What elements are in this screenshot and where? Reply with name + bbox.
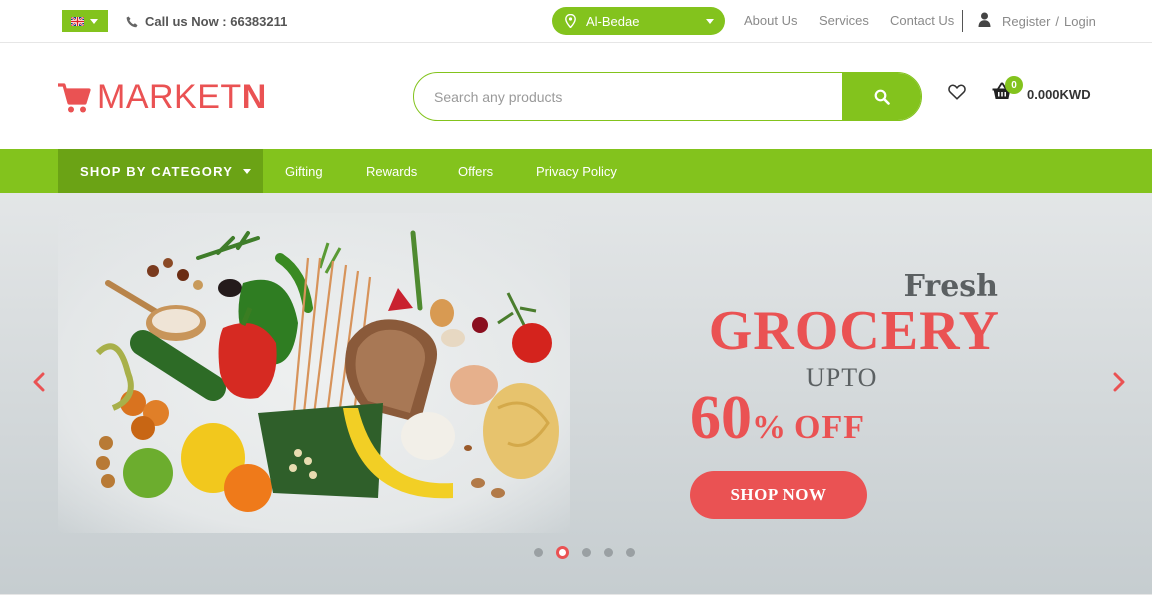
separator: / <box>1055 14 1060 29</box>
phone-contact: Call us Now : 66383211 <box>126 14 287 29</box>
header: MARKETN 0 0.000KWD <box>0 44 1152 149</box>
cart-count-badge: 0 <box>1005 76 1023 94</box>
cart-total[interactable]: 0.000KWD <box>1027 87 1091 102</box>
chevron-down-icon <box>706 18 714 24</box>
user-icon <box>978 12 991 27</box>
phone-text: Call us Now : 66383211 <box>145 14 288 29</box>
account-links: Register / Login <box>1002 14 1096 29</box>
search-button[interactable] <box>842 73 921 120</box>
chevron-down-icon <box>243 168 252 174</box>
main-nav: SHOP BY CATEGORY Gifting Rewards Offers … <box>0 149 1152 193</box>
promo-grocery: GROCERY <box>708 300 1000 362</box>
location-selector[interactable]: Al-Bedae <box>552 7 725 35</box>
register-link[interactable]: Register <box>1002 14 1050 29</box>
discount-off: OFF <box>794 409 865 446</box>
nav-about-us[interactable]: About Us <box>744 13 797 28</box>
location-pin-icon <box>565 14 576 28</box>
uk-flag-icon <box>71 16 84 26</box>
slider-dot[interactable] <box>626 548 635 557</box>
shop-by-category-label: SHOP BY CATEGORY <box>80 163 234 179</box>
chevron-down-icon <box>90 18 98 24</box>
promo-discount: 60% OFF <box>690 383 865 454</box>
slider-dot[interactable] <box>604 548 613 557</box>
logo-text-main: MARKET <box>97 78 242 116</box>
login-link[interactable]: Login <box>1064 14 1096 29</box>
cart-logo-icon <box>58 82 91 112</box>
nav-privacy-policy[interactable]: Privacy Policy <box>536 164 617 179</box>
chevron-right-icon[interactable] <box>1108 371 1128 393</box>
top-bar: Call us Now : 66383211 Al-Bedae About Us… <box>0 0 1152 43</box>
nav-gifting[interactable]: Gifting <box>285 164 323 179</box>
shop-now-button[interactable]: SHOP NOW <box>690 471 867 519</box>
chevron-left-icon[interactable] <box>30 371 50 393</box>
search-input[interactable] <box>414 73 842 120</box>
logo-text: MARKETN <box>97 78 267 117</box>
nav-offers[interactable]: Offers <box>458 164 493 179</box>
discount-number: 60 <box>690 384 752 452</box>
slider-dot[interactable] <box>582 548 591 557</box>
nav-contact-us[interactable]: Contact Us <box>890 13 954 28</box>
logo-text-accent: N <box>241 78 267 116</box>
slider-dots <box>534 546 635 559</box>
divider <box>962 10 963 32</box>
language-selector[interactable] <box>62 10 108 32</box>
banner-image <box>58 213 570 533</box>
groceries-illustration <box>95 230 559 512</box>
phone-icon <box>126 16 138 27</box>
nav-rewards[interactable]: Rewards <box>366 164 417 179</box>
logo[interactable]: MARKETN <box>57 78 267 117</box>
page-divider <box>0 594 1152 606</box>
nav-services[interactable]: Services <box>819 13 869 28</box>
search-bar <box>413 72 922 121</box>
location-name: Al-Bedae <box>586 13 640 29</box>
slider-dot-active[interactable] <box>556 546 569 559</box>
search-icon <box>874 89 890 105</box>
heart-icon[interactable] <box>948 84 966 100</box>
shop-by-category-button[interactable]: SHOP BY CATEGORY <box>58 149 263 193</box>
slider-dot[interactable] <box>534 548 543 557</box>
discount-percent: % <box>752 409 786 446</box>
hero-slider: Fresh GROCERY UPTO 60% OFF SHOP NOW <box>0 193 1152 594</box>
